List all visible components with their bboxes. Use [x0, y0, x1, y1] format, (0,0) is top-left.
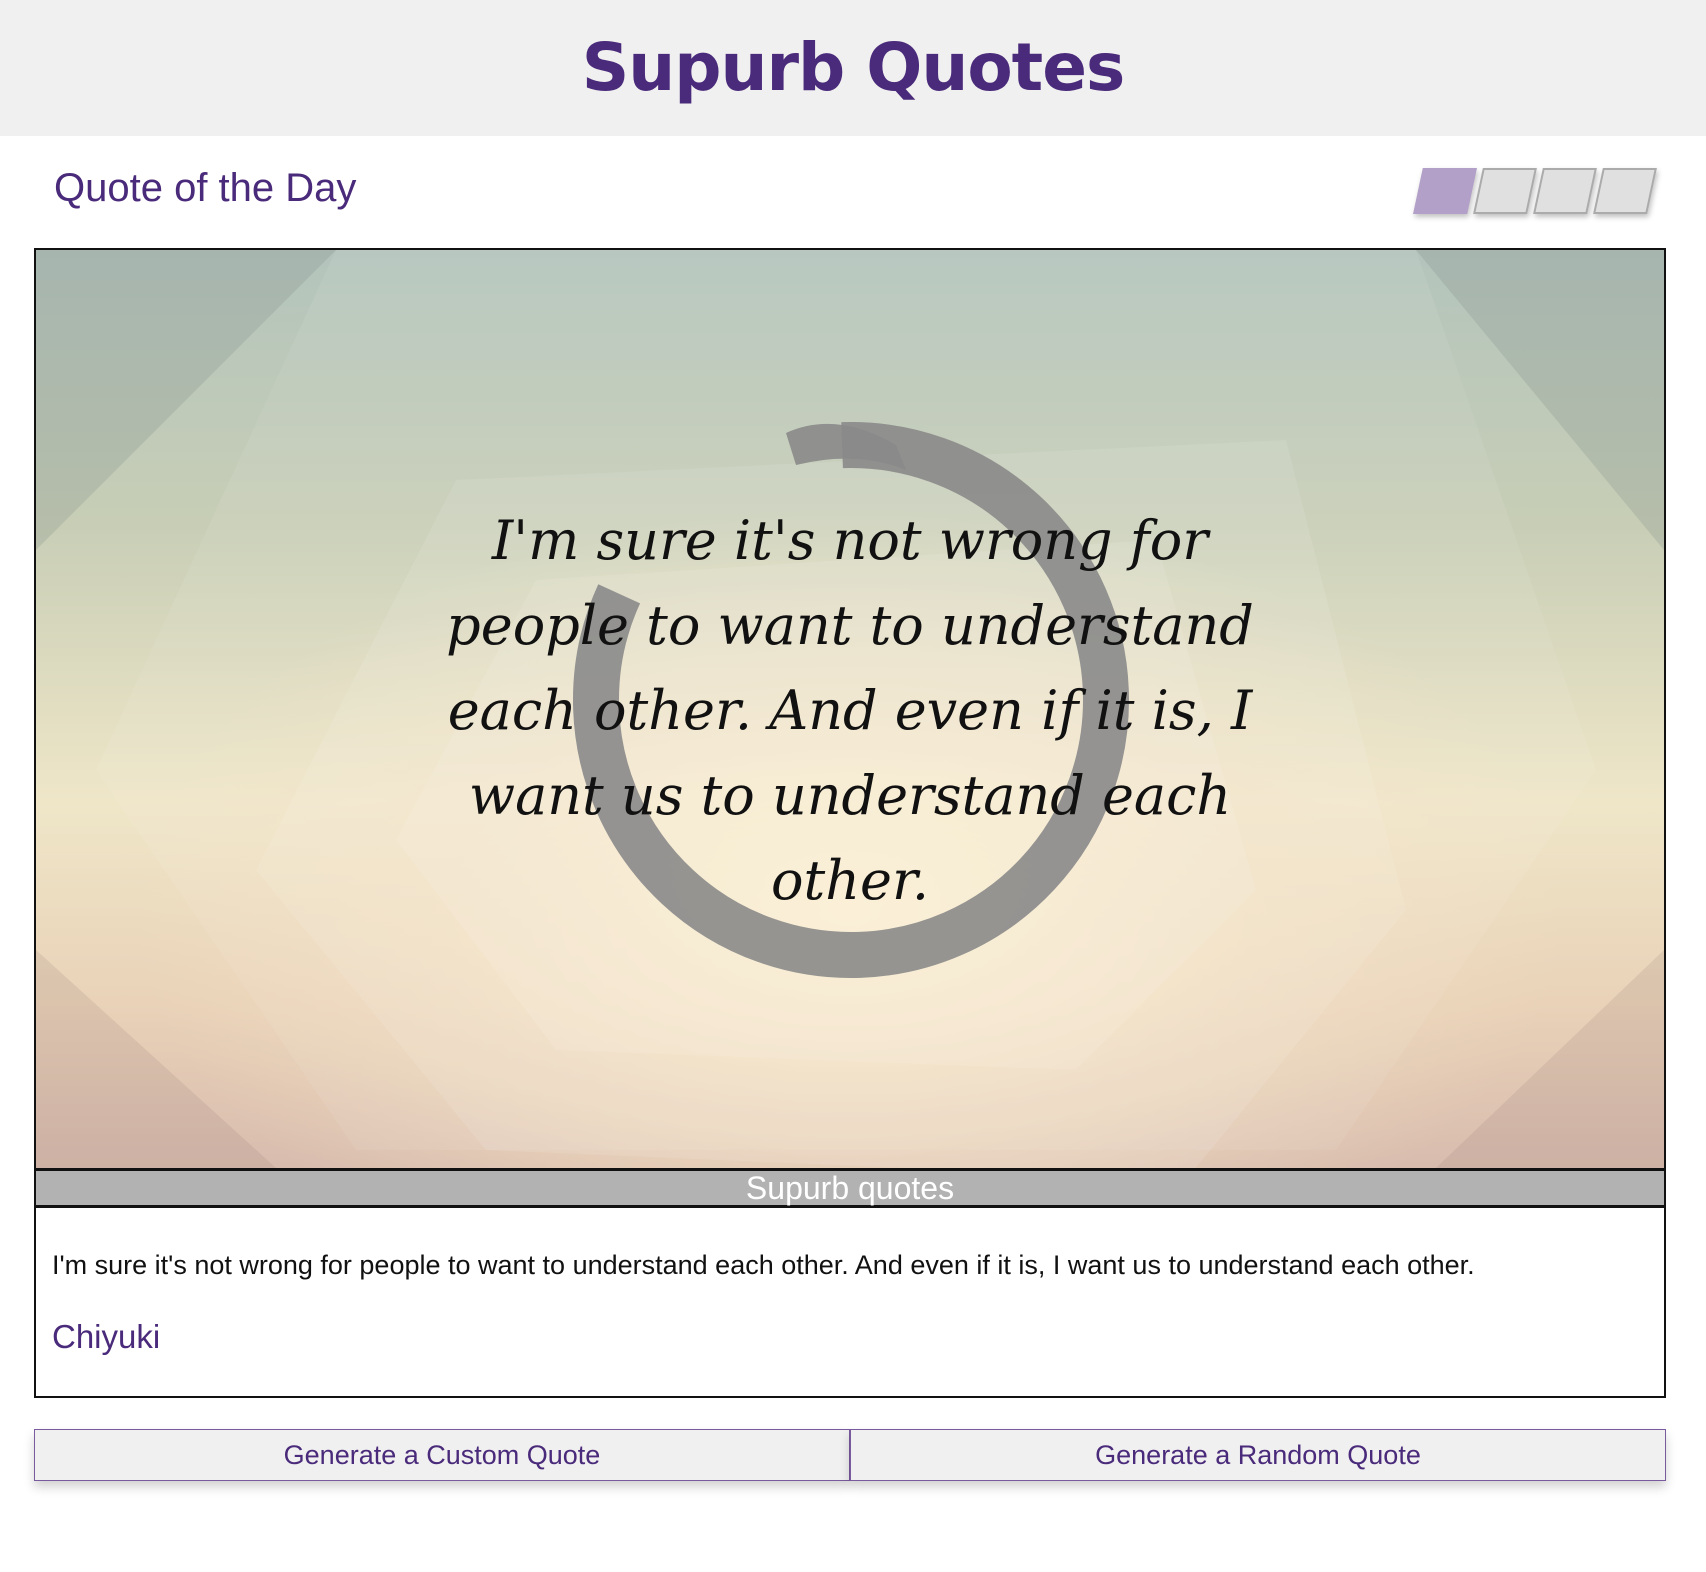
quote-card: I'm sure it's not wrong for people to wa…: [34, 248, 1666, 1398]
theme-swatch-1[interactable]: [1413, 168, 1477, 214]
generate-random-quote-button[interactable]: Generate a Random Quote: [850, 1429, 1666, 1481]
theme-swatch-3[interactable]: [1533, 168, 1597, 214]
site-title: Supurb Quotes: [581, 29, 1126, 106]
image-quote-text: I'm sure it's not wrong for people to wa…: [446, 508, 1254, 912]
quote-image: I'm sure it's not wrong for people to wa…: [36, 250, 1664, 1168]
image-caption: Supurb quotes: [36, 1168, 1664, 1208]
theme-swatch-2[interactable]: [1473, 168, 1537, 214]
section-title: Quote of the Day: [54, 166, 357, 210]
quote-text: I'm sure it's not wrong for people to wa…: [52, 1250, 1475, 1280]
site-header: Supurb Quotes: [0, 0, 1706, 136]
theme-swatch-4[interactable]: [1593, 168, 1657, 214]
generate-custom-quote-button[interactable]: Generate a Custom Quote: [34, 1429, 850, 1481]
quote-author: Chiyuki: [52, 1318, 161, 1355]
theme-picker: [1413, 168, 1664, 218]
